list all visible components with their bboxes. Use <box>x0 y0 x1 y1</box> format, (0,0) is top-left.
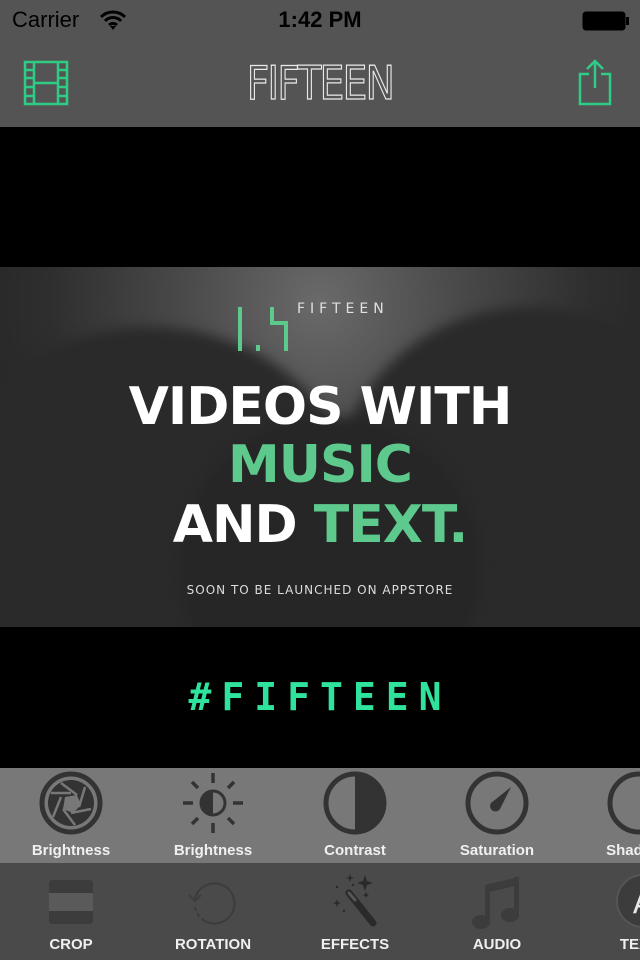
magic-wand-icon <box>333 874 377 927</box>
rotation-icon <box>188 882 236 925</box>
music-note-icon <box>472 877 519 929</box>
share-icon[interactable] <box>578 58 614 106</box>
contrast-icon <box>323 771 387 835</box>
subline: SOON TO BE LAUNCHED ON APPSTORE <box>186 583 454 597</box>
tools-bar[interactable]: CROP ROTATION EFFECTS AUDIO TE <box>0 863 640 960</box>
adjust-label: Brightness <box>173 842 253 859</box>
adjust-label: Brightness <box>31 842 111 859</box>
svg-text:A: A <box>633 886 640 921</box>
hashtag-caption: #FIFTEEN <box>188 675 452 719</box>
status-bar: Carrier 1:42 PM <box>0 0 640 40</box>
battery-full-icon <box>582 11 629 31</box>
tool-label: EFFECTS <box>320 936 390 953</box>
video-frame: FIFTEEN VIDEOS WITH MUSIC AND TEXT. SOON… <box>0 267 640 627</box>
tool-label: AUDIO <box>472 936 522 953</box>
headline-line-3: AND TEXT. <box>0 495 640 555</box>
app-title: FIFTEEN <box>48 55 592 110</box>
video-preview[interactable]: FIFTEEN VIDEOS WITH MUSIC AND TEXT. SOON… <box>0 127 640 768</box>
nav-bar: FIFTEEN <box>0 40 640 127</box>
adjust-label: Contrast <box>324 842 386 859</box>
headline-and: AND <box>172 495 314 555</box>
brightness-icon <box>183 773 243 833</box>
shadows-icon <box>607 771 640 835</box>
headline-line-2: MUSIC <box>0 435 640 495</box>
clock: 1:42 PM <box>278 7 362 32</box>
tool-label: TEXT <box>619 936 640 953</box>
fifteen-logo-icon <box>238 307 288 351</box>
gauge-icon <box>465 771 529 835</box>
headline-music: MUSIC <box>228 435 413 495</box>
tool-label: CROP <box>49 936 93 953</box>
headline-line-1: VIDEOS WITH <box>128 377 513 437</box>
app-title-text: FIFTEEN <box>246 55 395 110</box>
adjust-label: Shadows <box>606 842 640 859</box>
headline-text: TEXT. <box>313 495 468 555</box>
crop-icon <box>49 880 93 924</box>
adjust-label: Saturation <box>459 842 535 859</box>
logo-word: FIFTEEN <box>297 301 389 317</box>
tool-label: ROTATION <box>174 936 252 953</box>
aperture-icon <box>39 771 103 835</box>
text-icon: A <box>616 874 640 928</box>
adjustments-bar[interactable]: Brightness Brightness Contrast Saturatio… <box>0 768 640 863</box>
